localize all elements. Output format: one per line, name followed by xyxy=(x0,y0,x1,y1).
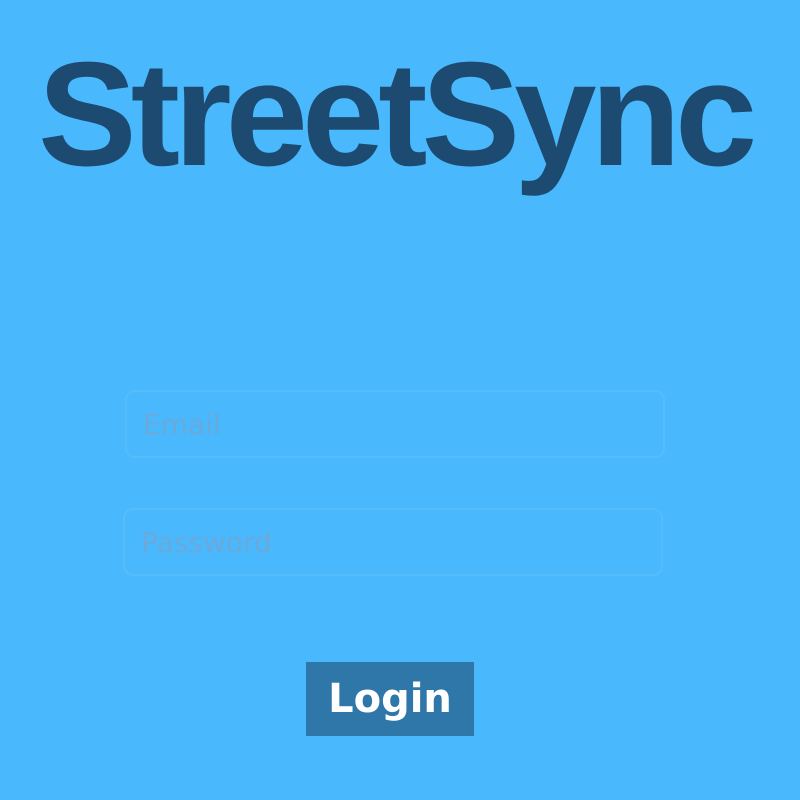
password-field[interactable] xyxy=(123,508,663,576)
login-button[interactable]: Login xyxy=(306,662,474,736)
email-field[interactable] xyxy=(125,390,665,458)
app-title: StreetSync xyxy=(38,32,757,197)
